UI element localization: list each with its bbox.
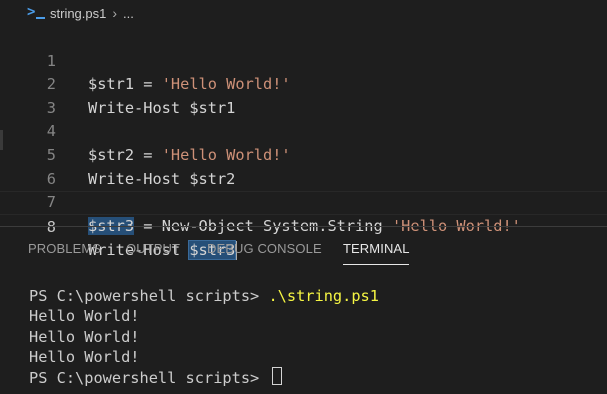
tab-output[interactable]: OUTPUT <box>126 241 180 256</box>
code-line[interactable]: 2 Write-Host $str1 <box>0 50 607 117</box>
code-line[interactable]: 7 $str3 = New-Object System.String 'Hell… <box>0 168 607 235</box>
terminal-command: .\string.ps1 <box>268 287 379 305</box>
tab-terminal[interactable]: TERMINAL <box>343 241 410 256</box>
breadcrumb-file[interactable]: string.ps1 <box>50 6 106 21</box>
terminal-line[interactable]: PS C:\powershell scripts> <box>29 367 283 388</box>
code-editor[interactable]: 1 $str1 = 'Hello World!' 2 Write-Host $s… <box>0 26 607 261</box>
tab-debug-console[interactable]: DEBUG CONSOLE <box>207 241 322 256</box>
code-line[interactable]: 5 Write-Host $str2 <box>0 120 607 188</box>
terminal[interactable]: PS C:\powershell scripts> .\string.ps1 H… <box>0 270 607 394</box>
terminal-cursor <box>272 367 283 386</box>
active-tab-indicator <box>343 264 409 265</box>
powershell-icon: > <box>27 4 45 22</box>
breadcrumb: > string.ps1 › ... <box>0 0 607 26</box>
panel-tabs: PROBLEMS OUTPUT DEBUG CONSOLE TERMINAL <box>0 227 607 269</box>
code-line[interactable]: 6 <box>0 144 607 188</box>
terminal-line: PS C:\powershell scripts> .\string.ps1 <box>29 286 379 306</box>
tab-problems[interactable]: PROBLEMS <box>28 241 101 256</box>
terminal-prompt: PS C:\powershell scripts> <box>29 369 269 388</box>
chevron-right-icon: › <box>112 5 118 21</box>
terminal-output-line: Hello World! <box>29 347 140 366</box>
code-line-current[interactable]: 8 Write-Host $str3 <box>0 191 607 261</box>
breadcrumb-more[interactable]: ... <box>123 6 134 21</box>
terminal-output-line: Hello World! <box>29 307 140 326</box>
code-line[interactable]: 1 $str1 = 'Hello World!' <box>0 26 607 94</box>
code-line[interactable]: 4 $str2 = 'Hello World!' <box>0 97 607 164</box>
code-line[interactable]: 3 <box>0 73 607 117</box>
terminal-output-line: Hello World! <box>29 327 140 346</box>
terminal-prompt: PS C:\powershell scripts> <box>29 287 269 305</box>
